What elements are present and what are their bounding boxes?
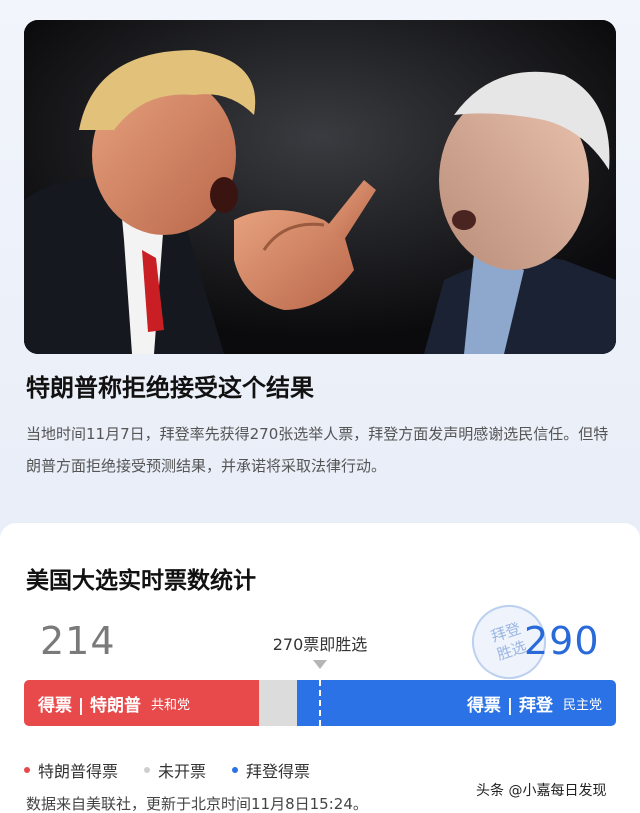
biden-vote-count: 290 <box>524 619 600 663</box>
threshold-marker-line <box>319 680 321 726</box>
legend-label-biden: 拜登得票 <box>246 762 311 781</box>
legend-item-uncounted: 未开票 <box>144 758 206 782</box>
legend-dot-biden <box>232 767 239 773</box>
biden-vote-bar: 得票 | 拜登 民主党 <box>297 680 616 726</box>
legend-item-trump: 特朗普得票 <box>24 758 118 782</box>
legend-dot-uncounted <box>144 767 151 773</box>
legend-label-trump: 特朗普得票 <box>38 762 119 781</box>
data-source-note: 数据来自美联社，更新于北京时间11月8日15:24。 <box>26 795 368 813</box>
trump-vote-bar: 得票 | 特朗普 共和党 <box>24 680 259 726</box>
legend-label-uncounted: 未开票 <box>158 762 207 781</box>
election-stats-card[interactable]: 美国大选实时票数统计 214 270票即胜选 拜登 胜选 290 得票 | 特朗… <box>0 523 640 813</box>
watermark: 头条 @小嘉每日发现 <box>476 783 607 799</box>
win-threshold-label: 270票即胜选 <box>272 635 368 654</box>
trump-vote-count: 214 <box>40 619 116 663</box>
vote-progress-bar: 得票 | 特朗普 共和党 得票 | 拜登 民主党 <box>24 680 616 726</box>
vote-legend: 特朗普得票 未开票 拜登得票 <box>24 758 310 782</box>
republican-label: 共和党 <box>151 697 191 713</box>
biden-bar-label: 得票 | 拜登 <box>466 695 553 716</box>
trump-bar-label: 得票 | 特朗普 <box>38 695 142 716</box>
legend-item-biden: 拜登得票 <box>232 758 310 782</box>
news-hero-image <box>24 20 616 354</box>
threshold-arrow-icon <box>313 660 327 669</box>
candidates-photo <box>24 20 616 354</box>
news-headline[interactable]: 特朗普称拒绝接受这个结果 <box>26 368 616 403</box>
news-summary: 当地时间11月7日，拜登率先获得270张选举人票，拜登方面发声明感谢选民信任。但… <box>26 425 609 475</box>
stats-title: 美国大选实时票数统计 <box>26 568 256 594</box>
democrat-label: 民主党 <box>562 697 602 713</box>
legend-dot-trump <box>24 767 30 773</box>
